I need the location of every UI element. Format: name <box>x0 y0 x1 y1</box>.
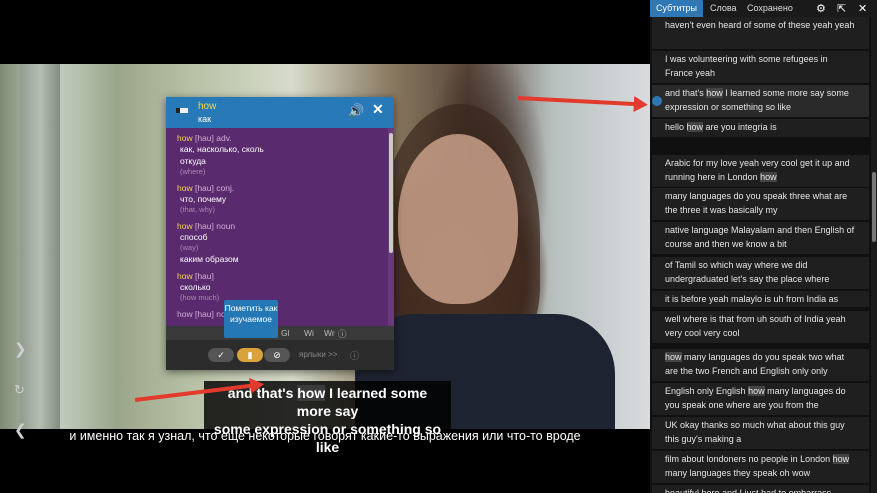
subtitle-list-item[interactable]: UK okay thanks so much what about this g… <box>652 417 869 449</box>
tab-wr[interactable]: Wr <box>324 328 335 338</box>
dictionary-scrollbar[interactable] <box>388 128 394 326</box>
subtitle-list-item[interactable]: I was volunteering with some refugees in… <box>652 51 869 83</box>
tree-trunk <box>20 64 60 429</box>
subtitle-list-item[interactable]: Arabic for my love yeah very cool get it… <box>652 155 869 187</box>
subtitle-list-item[interactable]: native language Malayalam and then Engli… <box>652 222 869 254</box>
dictionary-popup: how как 🔊 ✕ how [hau] adv. как, наскольк… <box>166 97 394 370</box>
subtitle-list-item[interactable]: and that's how I learned some more say s… <box>652 85 869 117</box>
dictionary-entries: how [hau] adv. как, насколько, сколь отк… <box>166 128 388 326</box>
video-player[interactable]: ❯ ↻ ❮ ⌃ and that's how I learned some mo… <box>0 0 650 493</box>
subtitle-list-item[interactable]: film about londoners no people in London… <box>652 451 869 483</box>
subtitle-list-item[interactable]: beautiful here and I just had to embarra… <box>652 485 869 493</box>
tab-wi[interactable]: Wi <box>304 328 314 338</box>
dictionary-entry: how [hau] adv. как, насколько, сколь отк… <box>177 133 264 176</box>
tab-words[interactable]: Слова <box>704 0 743 17</box>
russian-subtitle: и именно так я узнал, что еще некоторые … <box>69 429 581 443</box>
tab-gl[interactable]: Gl <box>281 328 290 338</box>
info-icon[interactable]: ⓘ <box>338 328 347 340</box>
scroll-thumb[interactable] <box>872 172 876 242</box>
dictionary-header: how как 🔊 ✕ <box>166 97 394 128</box>
speaker-icon[interactable]: 🔊 <box>348 103 364 119</box>
subtitle-list-item[interactable]: it is before yeah malaylo is uh from Ind… <box>652 291 869 307</box>
gear-icon[interactable]: ⚙ <box>816 2 826 15</box>
ignore-icon[interactable]: ⊘ <box>264 348 290 362</box>
dictionary-word: how <box>198 101 217 112</box>
dictionary-entry: how [hau] noun способ (way) каким образо… <box>177 221 239 264</box>
subtitle-list-item[interactable]: how many languages do you speak two what… <box>652 349 869 381</box>
close-icon[interactable]: ✕ <box>372 101 384 118</box>
subtitle-selected-word[interactable]: how <box>297 385 326 401</box>
next-chevron-icon[interactable]: ❯ <box>14 342 27 357</box>
panel-tabbar: Субтитры Слова Сохранено ⚙ ⇱ ✕ <box>650 0 877 17</box>
info-icon[interactable]: ⓘ <box>350 349 359 362</box>
panel-scrollbar[interactable] <box>871 17 877 493</box>
tab-saved[interactable]: Сохранено <box>741 0 799 17</box>
dictionary-translation: как <box>198 114 212 124</box>
subtitle-list-item[interactable]: haven't even heard of some of these yeah… <box>652 17 869 49</box>
person-face <box>398 134 518 304</box>
learn-book-icon[interactable]: ▮ <box>237 348 263 362</box>
english-subtitle-line1: and that's how I learned some more say <box>227 385 428 419</box>
subtitle-list-item[interactable]: many languages do you speak three what a… <box>652 188 869 220</box>
subtitle-panel: Субтитры Слова Сохранено ⚙ ⇱ ✕ haven't e… <box>650 0 877 493</box>
play-icon[interactable] <box>652 96 662 106</box>
subtitle-list-item[interactable]: well where is that from uh south of Indi… <box>652 311 869 343</box>
labels-link[interactable]: ярлыки >> <box>299 350 337 359</box>
app-root: ❯ ↻ ❮ ⌃ and that's how I learned some mo… <box>0 0 877 493</box>
english-subtitle[interactable]: and that's how I learned some more say s… <box>204 381 451 459</box>
replay-icon[interactable]: ↻ <box>14 383 25 396</box>
dictionary-source-tabs: Gl Wi Wr ⓘ <box>166 326 394 340</box>
mark-learning-tooltip: Пометить как изучаемое <box>224 300 278 338</box>
dictionary-actions: ✓ ▮ ⊘ ярлыки >> ⓘ <box>166 340 394 370</box>
scroll-thumb[interactable] <box>389 133 393 253</box>
dictionary-entry: how [hau] сколько (how much) <box>177 271 220 302</box>
dictionary-entry: how [hau] conj. что, почему (that, why) <box>177 183 235 214</box>
flag-icon <box>176 108 188 113</box>
subtitle-list-item[interactable]: English only English how many languages … <box>652 383 869 415</box>
export-icon[interactable]: ⇱ <box>837 2 846 15</box>
subtitle-list-item[interactable]: of Tamil so which way where we did under… <box>652 257 869 289</box>
close-icon[interactable]: ✕ <box>858 2 867 15</box>
check-icon[interactable]: ✓ <box>208 348 234 362</box>
tab-subtitles[interactable]: Субтитры <box>650 0 704 17</box>
subtitle-list-item[interactable]: hello how are you integria is <box>652 119 869 137</box>
dictionary-entry-partial: how [hau] no <box>177 309 226 319</box>
subtitle-list: haven't even heard of some of these yeah… <box>650 17 871 493</box>
